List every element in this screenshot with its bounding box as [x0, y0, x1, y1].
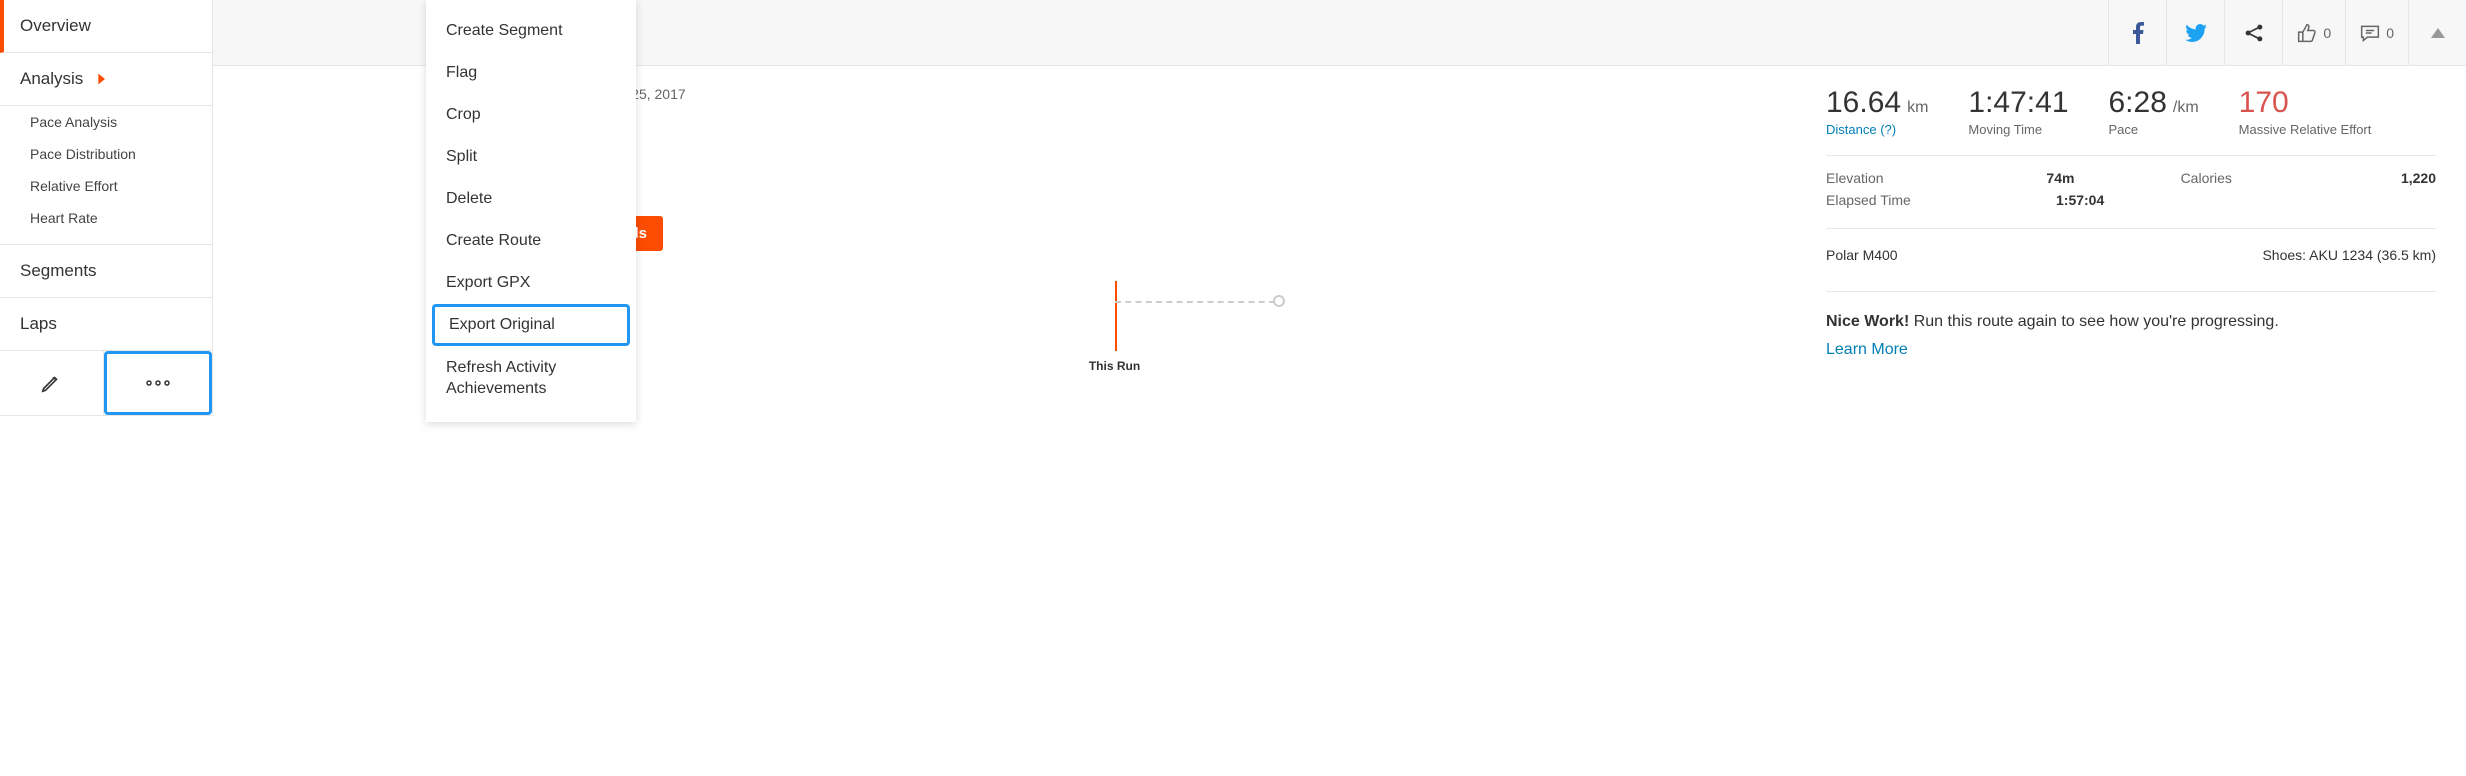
sidebar-analysis[interactable]: Analysis [0, 53, 212, 106]
elapsed-value: 1:57:04 [2056, 192, 2196, 208]
sidebar-overview[interactable]: Overview [0, 0, 212, 53]
activity-timestamp: :51 AM on Saturday, November 25, 2017 [433, 86, 1796, 102]
pencil-icon [40, 372, 62, 394]
stats-top: 16.64km Distance (?) 1:47:41 Moving Time… [1826, 86, 2436, 156]
stat-pace-value: 6:28/km [2109, 86, 2199, 120]
more-icon [144, 372, 172, 394]
elapsed-label: Elapsed Time [1826, 192, 2056, 208]
sidebar-sub-relative-effort[interactable]: Relative Effort [0, 170, 212, 202]
dropdown-crop[interactable]: Crop [426, 94, 636, 136]
share-facebook-button[interactable] [2108, 0, 2166, 65]
sidebar-sub-pace-analysis[interactable]: Pace Analysis [0, 106, 212, 138]
stat-distance-value: 16.64km [1826, 86, 1928, 120]
chart-this-run-label: This Run [1089, 359, 1140, 373]
kudos-count: 0 [2323, 25, 2331, 41]
share-button[interactable] [2224, 0, 2282, 65]
stat-effort: 170 Massive Relative Effort [2239, 86, 2372, 137]
learn-more-link[interactable]: Learn More [1826, 338, 2436, 362]
activity-title: Morning Run [433, 108, 1796, 142]
chart-area: km This Run [433, 281, 1796, 401]
stat-pace-label: Pace [2109, 122, 2199, 137]
stat-pace: 6:28/km Pace [2109, 86, 2199, 137]
dropdown-export-gpx[interactable]: Export GPX [426, 262, 636, 304]
stat-effort-label: Massive Relative Effort [2239, 122, 2372, 137]
sidebar-analysis-sublist: Pace Analysis Pace Distribution Relative… [0, 106, 212, 245]
nice-work-text: Run this route again to see how you're p… [1909, 313, 2279, 330]
twitter-icon [2185, 24, 2207, 42]
chart-dashed-line [1115, 301, 1275, 303]
prompt-row: didn't record? Add Friends [433, 216, 1796, 251]
more-button[interactable] [104, 351, 213, 415]
stat-distance-label[interactable]: Distance (?) [1826, 122, 1928, 137]
stat-distance: 16.64km Distance (?) [1826, 86, 1928, 137]
stat-time-label: Moving Time [1968, 122, 2068, 137]
chart-end-dot [1273, 295, 1285, 307]
collapse-button[interactable] [2408, 0, 2466, 65]
facebook-icon [2132, 22, 2144, 44]
nice-work-message: Nice Work! Run this route again to see h… [1826, 310, 2436, 362]
sidebar-segments[interactable]: Segments [0, 245, 212, 298]
dropdown-delete[interactable]: Delete [426, 178, 636, 220]
header-actions: 0 0 [2108, 0, 2466, 65]
stats-row-elevation: Elevation 74m Calories 1,220 [1826, 170, 2436, 186]
share-icon [2244, 23, 2264, 43]
chevron-up-icon [2431, 28, 2445, 38]
dropdown-flag[interactable]: Flag [426, 52, 636, 94]
dropdown-refresh-achievements[interactable]: Refresh Activity Achievements [426, 346, 636, 412]
dropdown-create-route[interactable]: Create Route [426, 220, 636, 262]
elevation-label: Elevation [1826, 170, 2046, 186]
body-right: 16.64km Distance (?) 1:47:41 Moving Time… [1826, 86, 2466, 401]
elevation-value: 74m [2046, 170, 2180, 186]
stat-effort-value: 170 [2239, 86, 2372, 120]
kudos-icon [2297, 23, 2317, 43]
sidebar-laps[interactable]: Laps [0, 298, 212, 351]
sidebar-sub-heart-rate[interactable]: Heart Rate [0, 202, 212, 234]
main-content: Create Segment Flag Crop Split Delete Cr… [213, 0, 2466, 416]
shoes-name: Shoes: AKU 1234 (36.5 km) [2262, 247, 2436, 263]
chart-marker-line [1115, 281, 1117, 351]
dropdown-create-segment[interactable]: Create Segment [426, 10, 636, 52]
actions-dropdown: Create Segment Flag Crop Split Delete Cr… [426, 0, 636, 422]
comments-count: 0 [2386, 25, 2394, 41]
edit-button[interactable] [0, 351, 104, 415]
device-name: Polar M400 [1826, 247, 1898, 263]
stats-row-elapsed: Elapsed Time 1:57:04 [1826, 192, 2436, 208]
header-title: zie – Run [423, 20, 2108, 46]
sidebar: Overview Analysis Pace Analysis Pace Dis… [0, 0, 213, 416]
sidebar-sub-pace-distribution[interactable]: Pace Distribution [0, 138, 212, 170]
comments-button[interactable]: 0 [2345, 0, 2408, 65]
calories-label: Calories [2181, 170, 2401, 186]
dropdown-split[interactable]: Split [426, 136, 636, 178]
comment-icon [2360, 24, 2380, 42]
sidebar-analysis-label: Analysis [20, 69, 83, 89]
stat-time-value: 1:47:41 [1968, 86, 2068, 120]
share-twitter-button[interactable] [2166, 0, 2224, 65]
chevron-right-icon [93, 71, 109, 87]
stats-mid: Elevation 74m Calories 1,220 Elapsed Tim… [1826, 156, 2436, 229]
nice-work-bold: Nice Work! [1826, 313, 1909, 330]
sidebar-bottom-actions [0, 351, 212, 416]
stat-time: 1:47:41 Moving Time [1968, 86, 2068, 137]
stats-gear: Polar M400 Shoes: AKU 1234 (36.5 km) [1826, 229, 2436, 292]
kudos-button[interactable]: 0 [2282, 0, 2345, 65]
calories-value: 1,220 [2401, 170, 2436, 186]
dropdown-export-original[interactable]: Export Original [432, 304, 630, 346]
